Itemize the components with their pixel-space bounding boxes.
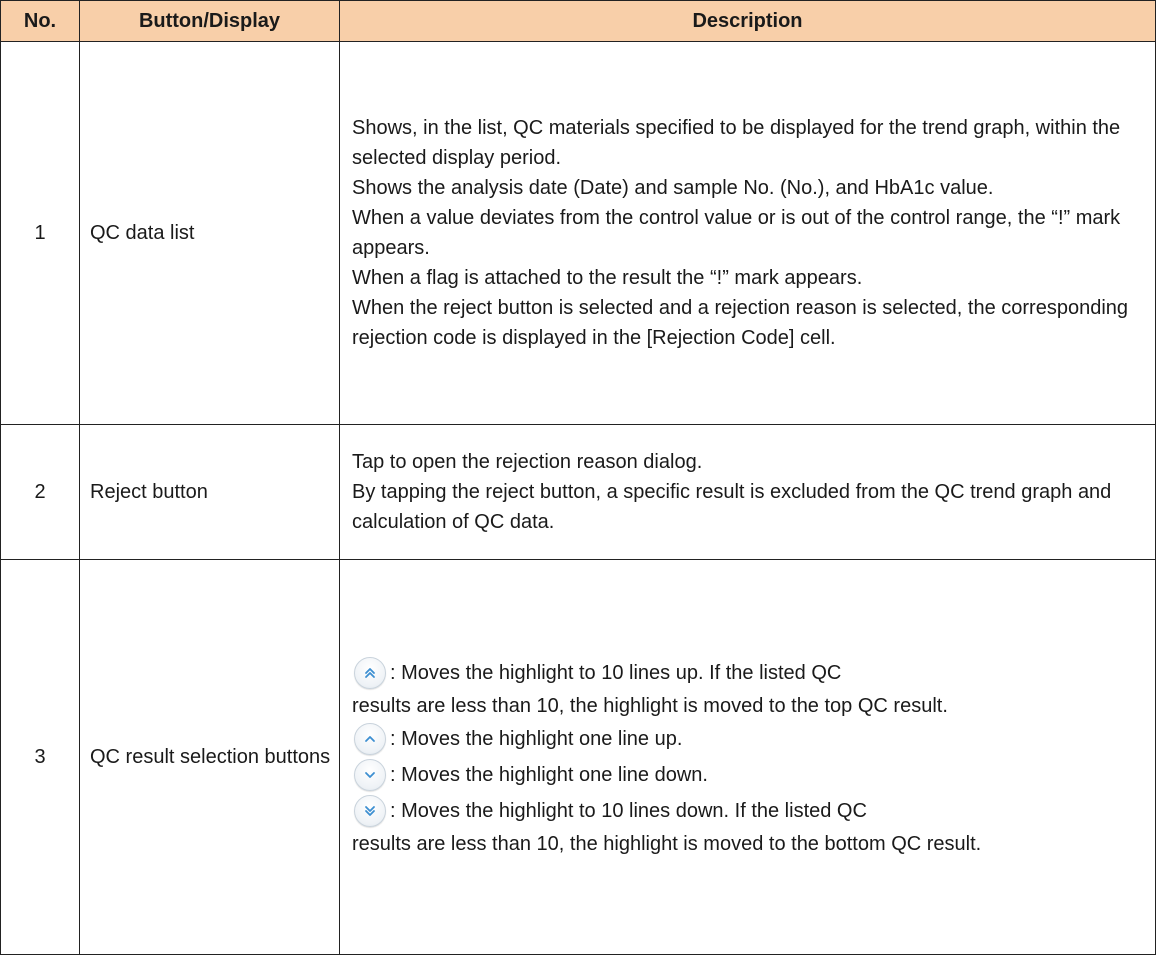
- row-item-name: QC data list: [79, 41, 340, 425]
- description-line: When a flag is attached to the result th…: [352, 267, 863, 289]
- table-row: 3 QC result selection buttons : Moves th…: [0, 559, 1156, 955]
- row-number: 1: [0, 41, 80, 425]
- description-item: : Moves the highlight one line up.: [352, 721, 1147, 757]
- description-text: : Moves the highlight to 10 lines up. If…: [390, 662, 842, 684]
- table-row: 2 Reject button Tap to open the rejectio…: [0, 424, 1156, 560]
- description-item: : Moves the highlight to 10 lines up. If…: [352, 655, 1147, 691]
- header-description: Description: [339, 0, 1156, 42]
- description-item: : Moves the highlight one line down.: [352, 757, 1147, 793]
- chevron-down-icon: [354, 759, 386, 791]
- table-row: 1 QC data list Shows, in the list, QC ma…: [0, 41, 1156, 425]
- description-line: By tapping the reject button, a specific…: [352, 481, 1112, 533]
- row-item-name: Reject button: [79, 424, 340, 560]
- description-line: Shows the analysis date (Date) and sampl…: [352, 177, 994, 199]
- description-text: : Moves the highlight to 10 lines down. …: [390, 800, 867, 822]
- row-number: 2: [0, 424, 80, 560]
- description-text: : Moves the highlight one line down.: [390, 764, 708, 786]
- description-line: When a value deviates from the control v…: [352, 207, 1121, 259]
- row-description: Tap to open the rejection reason dialog.…: [339, 424, 1156, 560]
- row-number: 3: [0, 559, 80, 955]
- description-line: results are less than 10, the highlight …: [352, 695, 948, 717]
- description-table: No. Button/Display Description 1 QC data…: [0, 0, 1156, 955]
- row-description: Shows, in the list, QC materials specifi…: [339, 41, 1156, 425]
- description-line: Tap to open the rejection reason dialog.: [352, 451, 703, 473]
- header-no: No.: [0, 0, 80, 42]
- double-chevron-up-icon: [354, 657, 386, 689]
- header-button-display: Button/Display: [79, 0, 340, 42]
- double-chevron-down-icon: [354, 795, 386, 827]
- description-line: When the reject button is selected and a…: [352, 297, 1129, 349]
- description-text: : Moves the highlight one line up.: [390, 728, 683, 750]
- chevron-up-icon: [354, 723, 386, 755]
- description-line: Shows, in the list, QC materials specifi…: [352, 117, 1121, 169]
- row-description: : Moves the highlight to 10 lines up. If…: [339, 559, 1156, 955]
- table-header-row: No. Button/Display Description: [0, 0, 1156, 42]
- description-line: results are less than 10, the highlight …: [352, 833, 982, 855]
- description-item: : Moves the highlight to 10 lines down. …: [352, 793, 1147, 829]
- row-item-name: QC result selection buttons: [79, 559, 340, 955]
